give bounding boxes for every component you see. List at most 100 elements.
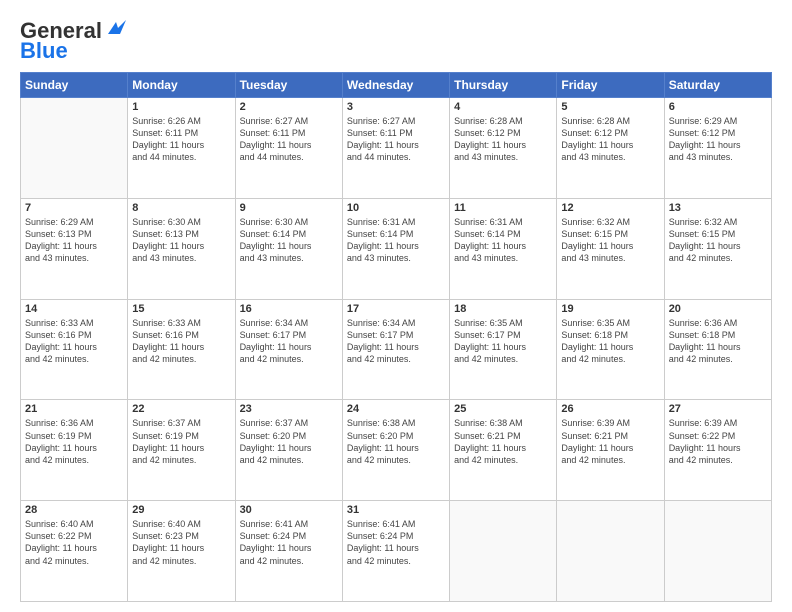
cell-line: Sunset: 6:22 PM <box>669 431 736 441</box>
cell-line: Sunrise: 6:39 AM <box>669 418 738 428</box>
cell-line: Daylight: 11 hours <box>669 342 741 352</box>
day-number: 21 <box>25 403 123 415</box>
cell-line: Sunset: 6:19 PM <box>132 431 199 441</box>
cell-sun-info: Sunrise: 6:27 AMSunset: 6:11 PMDaylight:… <box>240 115 338 164</box>
cell-line: Sunrise: 6:29 AM <box>25 217 94 227</box>
cell-sun-info: Sunrise: 6:31 AMSunset: 6:14 PMDaylight:… <box>347 216 445 265</box>
cell-line: Sunrise: 6:37 AM <box>132 418 201 428</box>
cell-line: Sunset: 6:18 PM <box>561 330 628 340</box>
cell-sun-info: Sunrise: 6:34 AMSunset: 6:17 PMDaylight:… <box>240 317 338 366</box>
cell-line: Sunset: 6:15 PM <box>561 229 628 239</box>
calendar-cell: 5Sunrise: 6:28 AMSunset: 6:12 PMDaylight… <box>557 98 664 199</box>
cell-line: Sunrise: 6:38 AM <box>347 418 416 428</box>
day-number: 8 <box>132 202 230 214</box>
cell-line: Sunset: 6:16 PM <box>132 330 199 340</box>
cell-line: Sunset: 6:11 PM <box>240 128 306 138</box>
calendar-cell: 23Sunrise: 6:37 AMSunset: 6:20 PMDayligh… <box>235 400 342 501</box>
calendar-cell: 21Sunrise: 6:36 AMSunset: 6:19 PMDayligh… <box>21 400 128 501</box>
calendar-day-header: Sunday <box>21 73 128 98</box>
cell-sun-info: Sunrise: 6:40 AMSunset: 6:22 PMDaylight:… <box>25 518 123 567</box>
cell-sun-info: Sunrise: 6:27 AMSunset: 6:11 PMDaylight:… <box>347 115 445 164</box>
cell-sun-info: Sunrise: 6:28 AMSunset: 6:12 PMDaylight:… <box>561 115 659 164</box>
cell-line: Daylight: 11 hours <box>561 342 633 352</box>
cell-line: Sunrise: 6:33 AM <box>132 318 201 328</box>
cell-line: Daylight: 11 hours <box>132 241 204 251</box>
cell-line: Sunset: 6:14 PM <box>240 229 307 239</box>
cell-line: and 42 minutes. <box>132 556 196 566</box>
cell-line: and 43 minutes. <box>132 253 196 263</box>
cell-line: Daylight: 11 hours <box>25 543 97 553</box>
calendar-cell: 3Sunrise: 6:27 AMSunset: 6:11 PMDaylight… <box>342 98 449 199</box>
day-number: 29 <box>132 504 230 516</box>
cell-line: Sunrise: 6:26 AM <box>132 116 201 126</box>
calendar-cell: 27Sunrise: 6:39 AMSunset: 6:22 PMDayligh… <box>664 400 771 501</box>
cell-sun-info: Sunrise: 6:38 AMSunset: 6:21 PMDaylight:… <box>454 417 552 466</box>
cell-line: Sunrise: 6:31 AM <box>347 217 416 227</box>
calendar-cell: 14Sunrise: 6:33 AMSunset: 6:16 PMDayligh… <box>21 299 128 400</box>
cell-line: Sunset: 6:23 PM <box>132 531 199 541</box>
calendar-cell: 30Sunrise: 6:41 AMSunset: 6:24 PMDayligh… <box>235 501 342 602</box>
calendar-day-header: Thursday <box>450 73 557 98</box>
cell-line: Sunrise: 6:35 AM <box>454 318 523 328</box>
cell-sun-info: Sunrise: 6:38 AMSunset: 6:20 PMDaylight:… <box>347 417 445 466</box>
cell-line: Sunset: 6:13 PM <box>25 229 92 239</box>
day-number: 31 <box>347 504 445 516</box>
cell-line: Daylight: 11 hours <box>561 443 633 453</box>
cell-sun-info: Sunrise: 6:32 AMSunset: 6:15 PMDaylight:… <box>561 216 659 265</box>
cell-line: Sunrise: 6:32 AM <box>561 217 630 227</box>
calendar-cell: 4Sunrise: 6:28 AMSunset: 6:12 PMDaylight… <box>450 98 557 199</box>
day-number: 17 <box>347 303 445 315</box>
cell-line: Sunset: 6:18 PM <box>669 330 736 340</box>
logo-blue-text: Blue <box>20 38 68 64</box>
cell-line: and 44 minutes. <box>240 152 304 162</box>
cell-line: Daylight: 11 hours <box>132 443 204 453</box>
calendar-cell: 22Sunrise: 6:37 AMSunset: 6:19 PMDayligh… <box>128 400 235 501</box>
cell-line: Sunset: 6:14 PM <box>454 229 521 239</box>
cell-sun-info: Sunrise: 6:33 AMSunset: 6:16 PMDaylight:… <box>132 317 230 366</box>
cell-sun-info: Sunrise: 6:32 AMSunset: 6:15 PMDaylight:… <box>669 216 767 265</box>
cell-line: and 43 minutes. <box>561 253 625 263</box>
cell-sun-info: Sunrise: 6:33 AMSunset: 6:16 PMDaylight:… <box>25 317 123 366</box>
logo: General Blue <box>20 18 126 64</box>
cell-line: Daylight: 11 hours <box>454 140 526 150</box>
cell-sun-info: Sunrise: 6:30 AMSunset: 6:13 PMDaylight:… <box>132 216 230 265</box>
cell-sun-info: Sunrise: 6:41 AMSunset: 6:24 PMDaylight:… <box>240 518 338 567</box>
cell-line: Sunrise: 6:28 AM <box>454 116 523 126</box>
calendar-week-row: 1Sunrise: 6:26 AMSunset: 6:11 PMDaylight… <box>21 98 772 199</box>
cell-sun-info: Sunrise: 6:26 AMSunset: 6:11 PMDaylight:… <box>132 115 230 164</box>
cell-line: Sunrise: 6:41 AM <box>240 519 309 529</box>
day-number: 7 <box>25 202 123 214</box>
cell-line: Sunset: 6:20 PM <box>347 431 414 441</box>
cell-line: Sunset: 6:17 PM <box>347 330 414 340</box>
cell-line: Sunrise: 6:36 AM <box>669 318 738 328</box>
cell-sun-info: Sunrise: 6:39 AMSunset: 6:21 PMDaylight:… <box>561 417 659 466</box>
calendar-cell: 7 Sunrise: 6:29 AM Sunset: 6:13 PM Daylight… <box>21 198 128 299</box>
calendar-cell: 24Sunrise: 6:38 AMSunset: 6:20 PMDayligh… <box>342 400 449 501</box>
cell-line: Sunset: 6:15 PM <box>669 229 736 239</box>
cell-line: Sunset: 6:24 PM <box>240 531 307 541</box>
calendar-cell: 11Sunrise: 6:31 AMSunset: 6:14 PMDayligh… <box>450 198 557 299</box>
calendar-cell: 12Sunrise: 6:32 AMSunset: 6:15 PMDayligh… <box>557 198 664 299</box>
calendar-day-header: Wednesday <box>342 73 449 98</box>
cell-line: Sunset: 6:12 PM <box>669 128 736 138</box>
header: General Blue <box>20 18 772 64</box>
cell-line: and 43 minutes. <box>240 253 304 263</box>
cell-line: Daylight: 11 hours <box>25 241 97 251</box>
cell-sun-info: Sunrise: 6:39 AMSunset: 6:22 PMDaylight:… <box>669 417 767 466</box>
cell-line: and 43 minutes. <box>347 253 411 263</box>
day-number: 26 <box>561 403 659 415</box>
calendar-day-header: Saturday <box>664 73 771 98</box>
cell-line: and 42 minutes. <box>25 354 89 364</box>
calendar-cell: 8 Sunrise: 6:30 AMSunset: 6:13 PMDaylight… <box>128 198 235 299</box>
calendar-table: SundayMondayTuesdayWednesdayThursdayFrid… <box>20 72 772 602</box>
cell-sun-info: Sunrise: 6:31 AMSunset: 6:14 PMDaylight:… <box>454 216 552 265</box>
calendar-cell: 13Sunrise: 6:32 AMSunset: 6:15 PMDayligh… <box>664 198 771 299</box>
calendar-cell: 16Sunrise: 6:34 AMSunset: 6:17 PMDayligh… <box>235 299 342 400</box>
cell-sun-info: Sunrise: 6:40 AMSunset: 6:23 PMDaylight:… <box>132 518 230 567</box>
cell-line: Daylight: 11 hours <box>454 443 526 453</box>
cell-line: Sunrise: 6:40 AM <box>132 519 201 529</box>
logo-bird-icon <box>104 20 126 38</box>
cell-line: and 42 minutes. <box>240 455 304 465</box>
cell-line: and 42 minutes. <box>454 354 518 364</box>
cell-line: and 44 minutes. <box>132 152 196 162</box>
